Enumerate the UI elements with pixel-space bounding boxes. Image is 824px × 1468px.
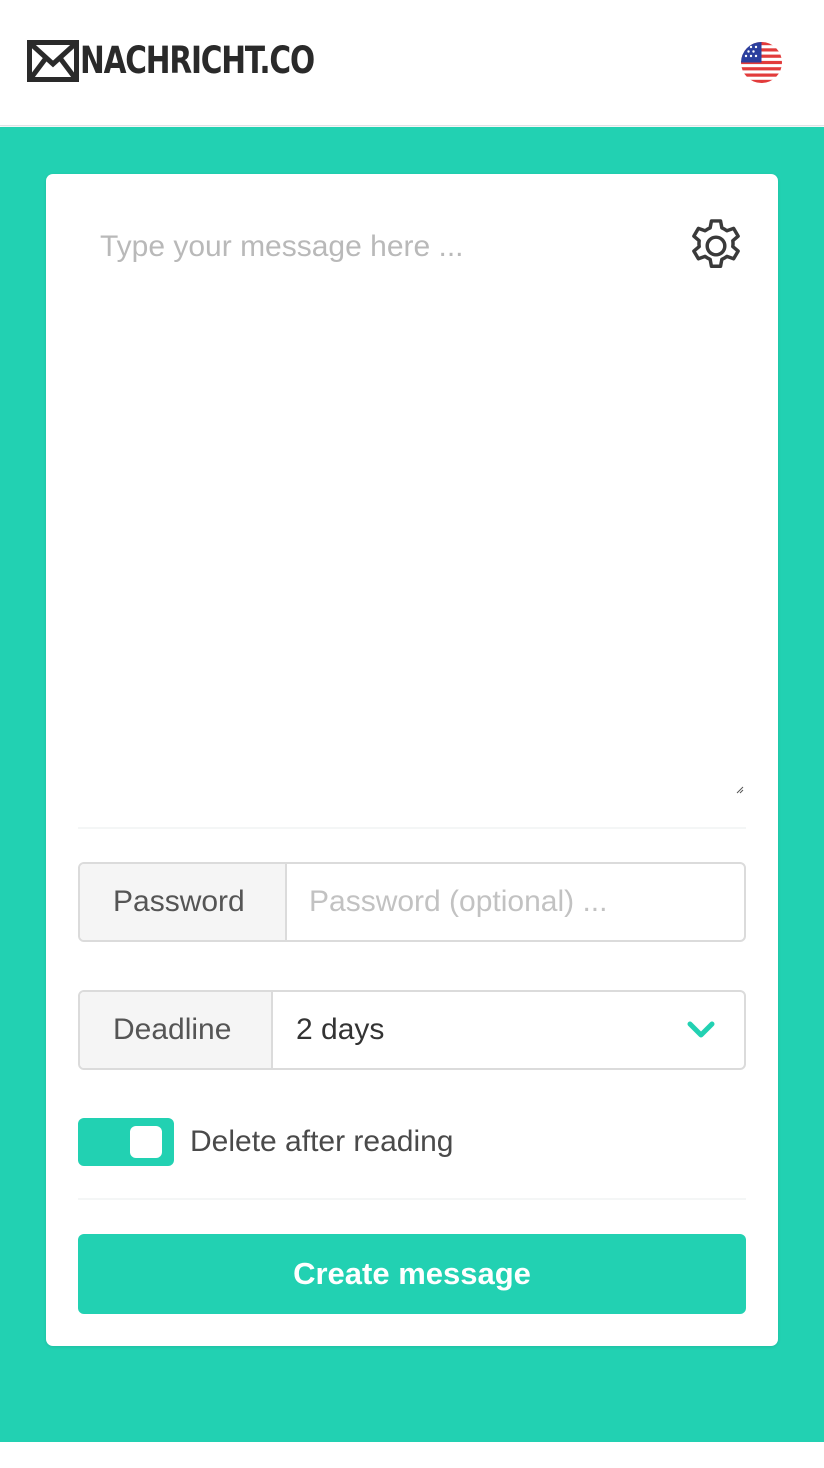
- password-field-group: Password: [78, 862, 746, 942]
- chevron-down-icon: [687, 1021, 715, 1038]
- main-area: Password Deadline 2 days Delete after re…: [0, 127, 824, 1442]
- password-input[interactable]: [287, 864, 744, 940]
- site-header: NACHRICHT.CO: [0, 0, 824, 126]
- gear-icon: [692, 219, 740, 268]
- delete-after-reading-row: Delete after reading: [78, 1118, 454, 1166]
- settings-button[interactable]: [684, 214, 748, 278]
- deadline-selected-value: 2 days: [296, 1013, 385, 1046]
- create-message-button[interactable]: Create message: [78, 1234, 746, 1314]
- deadline-label: Deadline: [80, 992, 273, 1068]
- delete-after-reading-label[interactable]: Delete after reading: [190, 1125, 454, 1159]
- language-switcher[interactable]: [741, 42, 782, 83]
- delete-after-reading-toggle[interactable]: [78, 1118, 174, 1166]
- message-textarea[interactable]: [78, 204, 746, 798]
- envelope-icon: [27, 40, 79, 82]
- site-logo[interactable]: NACHRICHT.CO: [27, 40, 372, 82]
- message-card: Password Deadline 2 days Delete after re…: [46, 174, 778, 1346]
- password-label: Password: [80, 864, 287, 940]
- toggle-knob: [130, 1126, 162, 1158]
- us-flag-icon: [741, 42, 782, 83]
- resize-grip-icon[interactable]: [736, 786, 744, 794]
- divider: [78, 1198, 746, 1200]
- deadline-select[interactable]: 2 days: [273, 992, 744, 1068]
- divider: [78, 827, 746, 829]
- logo-text: NACHRICHT.CO: [80, 39, 315, 82]
- deadline-field-group: Deadline 2 days: [78, 990, 746, 1070]
